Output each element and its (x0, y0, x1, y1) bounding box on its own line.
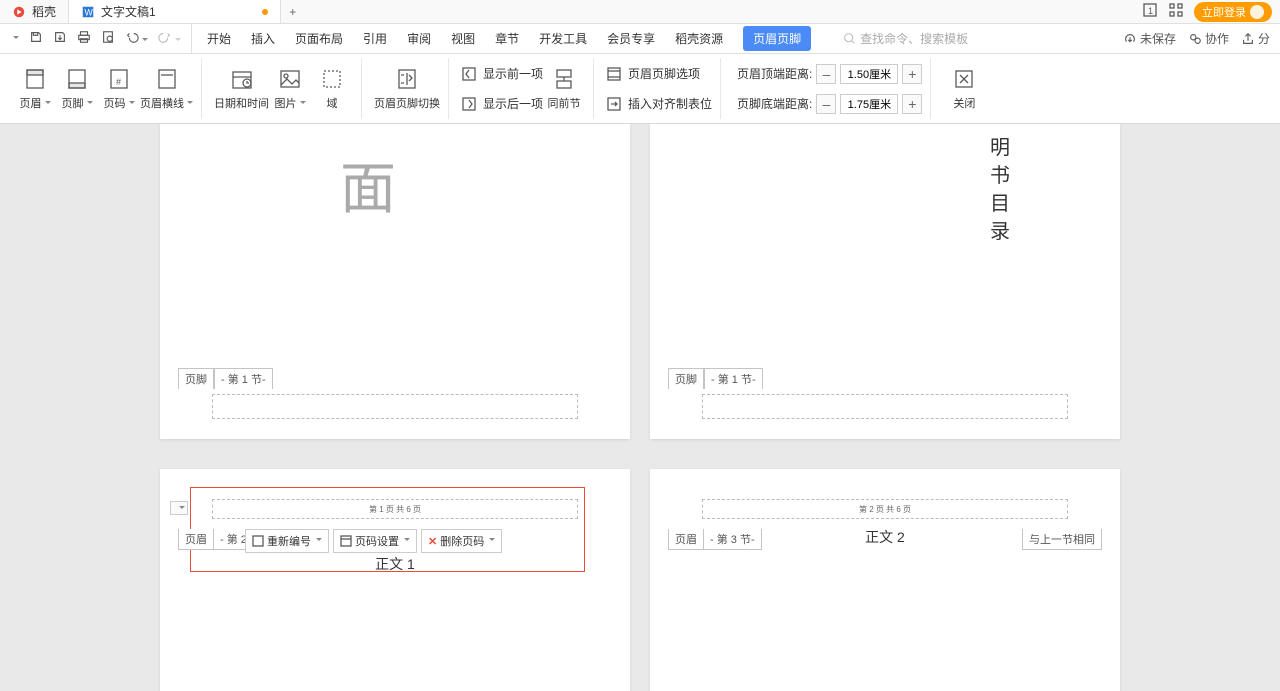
menu-daoke[interactable]: 稻壳资源 (675, 30, 723, 47)
ribbon: 页眉 页脚 #页码 页眉横线 日期和时间 图片 域 页眉页脚切换 显示前一项 显… (0, 54, 1280, 124)
picture-button[interactable]: 图片 (269, 59, 311, 119)
menu-ref[interactable]: 引用 (363, 30, 387, 47)
daoke-icon (12, 5, 26, 19)
quick-access-toolbar (0, 24, 192, 53)
page1-content: 面 (340, 144, 396, 225)
header-dist-minus[interactable]: – (816, 64, 836, 84)
menu-dropdown[interactable] (10, 32, 19, 46)
apps-grid-icon[interactable] (1168, 2, 1184, 21)
datetime-button[interactable]: 日期和时间 (214, 59, 269, 119)
pagenum-button[interactable]: #页码 (98, 59, 140, 119)
footer-dist-input[interactable] (840, 94, 898, 114)
menu-review[interactable]: 审阅 (407, 30, 431, 47)
close-hf-button[interactable]: 关闭 (943, 59, 985, 119)
main-menu: 开始 插入 页面布局 引用 审阅 视图 章节 开发工具 会员专享 稻壳资源 页眉… (192, 26, 983, 51)
menu-insert[interactable]: 插入 (251, 30, 275, 47)
window-number-icon[interactable]: 1 (1142, 2, 1158, 21)
menu-member[interactable]: 会员专享 (607, 30, 655, 47)
modified-dot-icon (262, 9, 268, 15)
page-4[interactable]: 第 2 页 共 6 页 页眉 - 第 3 节- 与上一节相同 正文 2 (650, 469, 1120, 691)
tab-daoke-label: 稻壳 (32, 3, 56, 20)
hf-options-button[interactable]: 页眉页脚选项 (606, 60, 712, 88)
footer-button[interactable]: 页脚 (56, 59, 98, 119)
menu-section[interactable]: 章节 (495, 30, 519, 47)
header-line-button[interactable]: 页眉横线 (140, 59, 193, 119)
menu-view[interactable]: 视图 (451, 30, 475, 47)
share-button[interactable]: 分 (1241, 30, 1270, 47)
delete-pagenum-button[interactable]: ✕删除页码 (421, 529, 502, 553)
pagenum-settings-button[interactable]: 页码设置 (333, 529, 417, 553)
page-2[interactable]: 明书目录 页脚 - 第 1 节- (650, 124, 1120, 439)
undo-button[interactable] (125, 30, 148, 47)
header-dist-input[interactable] (840, 64, 898, 84)
avatar-icon (1250, 5, 1264, 19)
pagenum-popup: 重新编号 页码设置 ✕删除页码 (245, 529, 502, 553)
save-as-icon[interactable] (53, 30, 67, 47)
insert-align-tab-button[interactable]: 插入对齐制表位 (606, 90, 712, 118)
show-next-button[interactable]: 显示后一项 (461, 90, 543, 118)
field-button[interactable]: 域 (311, 59, 353, 119)
save-icon[interactable] (29, 30, 43, 47)
tab-doc1-label: 文字文稿1 (101, 3, 156, 20)
menu-devtools[interactable]: 开发工具 (539, 30, 587, 47)
menu-bar: 开始 插入 页面布局 引用 审阅 视图 章节 开发工具 会员专享 稻壳资源 页眉… (0, 24, 1280, 54)
page1-footer-area[interactable] (212, 394, 578, 419)
page3-body-label: 正文 1 (160, 554, 630, 574)
page2-content: 明书目录 (990, 134, 1010, 246)
show-prev-button[interactable]: 显示前一项 (461, 60, 543, 88)
page4-body-label: 正文 2 (650, 527, 1120, 547)
right-actions: 未保存 协作 分 (1123, 30, 1280, 47)
header-distance-row: 页眉顶端距离: – + (733, 60, 922, 88)
redo-button[interactable] (158, 30, 181, 47)
login-button[interactable]: 立即登录 (1194, 2, 1272, 22)
svg-text:1: 1 (1148, 6, 1153, 16)
menu-layout[interactable]: 页面布局 (295, 30, 343, 47)
coop-button[interactable]: 协作 (1188, 30, 1229, 47)
menu-start[interactable]: 开始 (207, 30, 231, 47)
tab-doc1[interactable]: W 文字文稿1 (69, 0, 281, 23)
workspace[interactable]: 面 页脚 - 第 1 节- 明书目录 页脚 - 第 1 节- 第 1 页 共 6… (0, 124, 1280, 691)
page2-footer-tab[interactable]: 页脚 - 第 1 节- (668, 368, 763, 389)
svg-text:W: W (85, 7, 94, 17)
unsaved-indicator[interactable]: 未保存 (1123, 30, 1176, 47)
footer-dist-minus[interactable]: – (816, 94, 836, 114)
page4-pagenum: 第 2 页 共 6 页 (650, 504, 1120, 515)
footer-dist-plus[interactable]: + (902, 94, 922, 114)
same-section-button[interactable]: 同前节 (543, 59, 585, 119)
svg-text:#: # (116, 77, 121, 87)
page1-footer-tab[interactable]: 页脚 - 第 1 节- (178, 368, 273, 389)
renumber-button[interactable]: 重新编号 (245, 529, 329, 553)
menu-header-footer[interactable]: 页眉页脚 (743, 26, 811, 51)
title-tabs: 稻壳 W 文字文稿1 + 1 立即登录 (0, 0, 1280, 24)
word-icon: W (81, 5, 95, 19)
header-button[interactable]: 页眉 (14, 59, 56, 119)
header-dist-plus[interactable]: + (902, 64, 922, 84)
page2-footer-area[interactable] (702, 394, 1068, 419)
tab-daoke[interactable]: 稻壳 (0, 0, 69, 23)
print-preview-icon[interactable] (101, 30, 115, 47)
page3-pagenum: 第 1 页 共 6 页 (160, 504, 630, 515)
x-icon: ✕ (428, 535, 437, 548)
footer-distance-row: 页脚底端距离: – + (733, 90, 922, 118)
page-1[interactable]: 面 页脚 - 第 1 节- (160, 124, 630, 439)
hf-switch-button[interactable]: 页眉页脚切换 (374, 59, 440, 119)
search-box[interactable]: 查找命令、搜索模板 (843, 30, 968, 47)
print-icon[interactable] (77, 30, 91, 47)
page-3[interactable]: 第 1 页 共 6 页 页眉 - 第 2 节- 重新编号 页码设置 ✕删除页码 … (160, 469, 630, 691)
add-tab-button[interactable]: + (281, 5, 305, 19)
